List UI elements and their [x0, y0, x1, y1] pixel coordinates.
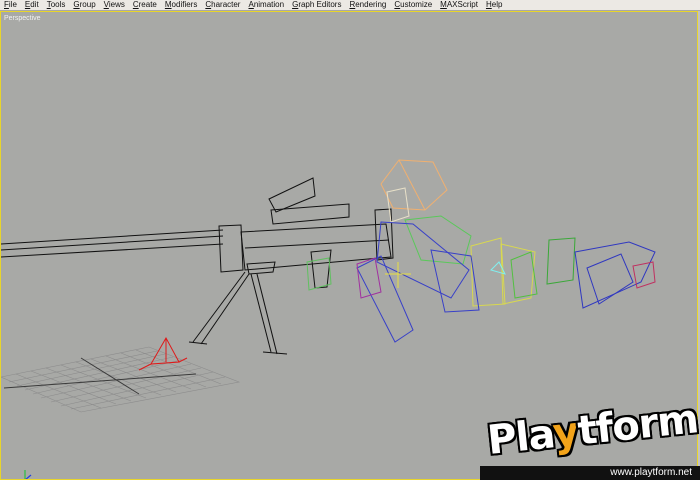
- menu-group[interactable]: Group: [69, 0, 99, 10]
- watermark-url: www.playtform.net: [480, 466, 700, 480]
- menu-tools[interactable]: Tools: [43, 0, 70, 10]
- menu-views[interactable]: Views: [100, 0, 129, 10]
- menu-file[interactable]: File: [0, 0, 21, 10]
- menu-customize[interactable]: Customize: [390, 0, 436, 10]
- menu-graph-editors[interactable]: Graph Editors: [288, 0, 345, 10]
- menu-maxscript[interactable]: MAXScript: [436, 0, 482, 10]
- menu-bar: File Edit Tools Group Views Create Modif…: [0, 0, 700, 11]
- menu-edit[interactable]: Edit: [21, 0, 43, 10]
- menu-animation[interactable]: Animation: [244, 0, 288, 10]
- menu-rendering[interactable]: Rendering: [345, 0, 390, 10]
- site-watermark: Playtform www.playtform.net: [480, 396, 700, 480]
- rifle-wireframe: [1, 177, 394, 355]
- ground-grid: [1, 346, 241, 413]
- character-biped: [306, 159, 656, 343]
- menu-character[interactable]: Character: [201, 0, 244, 10]
- menu-create[interactable]: Create: [129, 0, 161, 10]
- axis-tripod-icon: [24, 470, 32, 479]
- menu-help[interactable]: Help: [482, 0, 506, 10]
- menu-modifiers[interactable]: Modifiers: [161, 0, 201, 10]
